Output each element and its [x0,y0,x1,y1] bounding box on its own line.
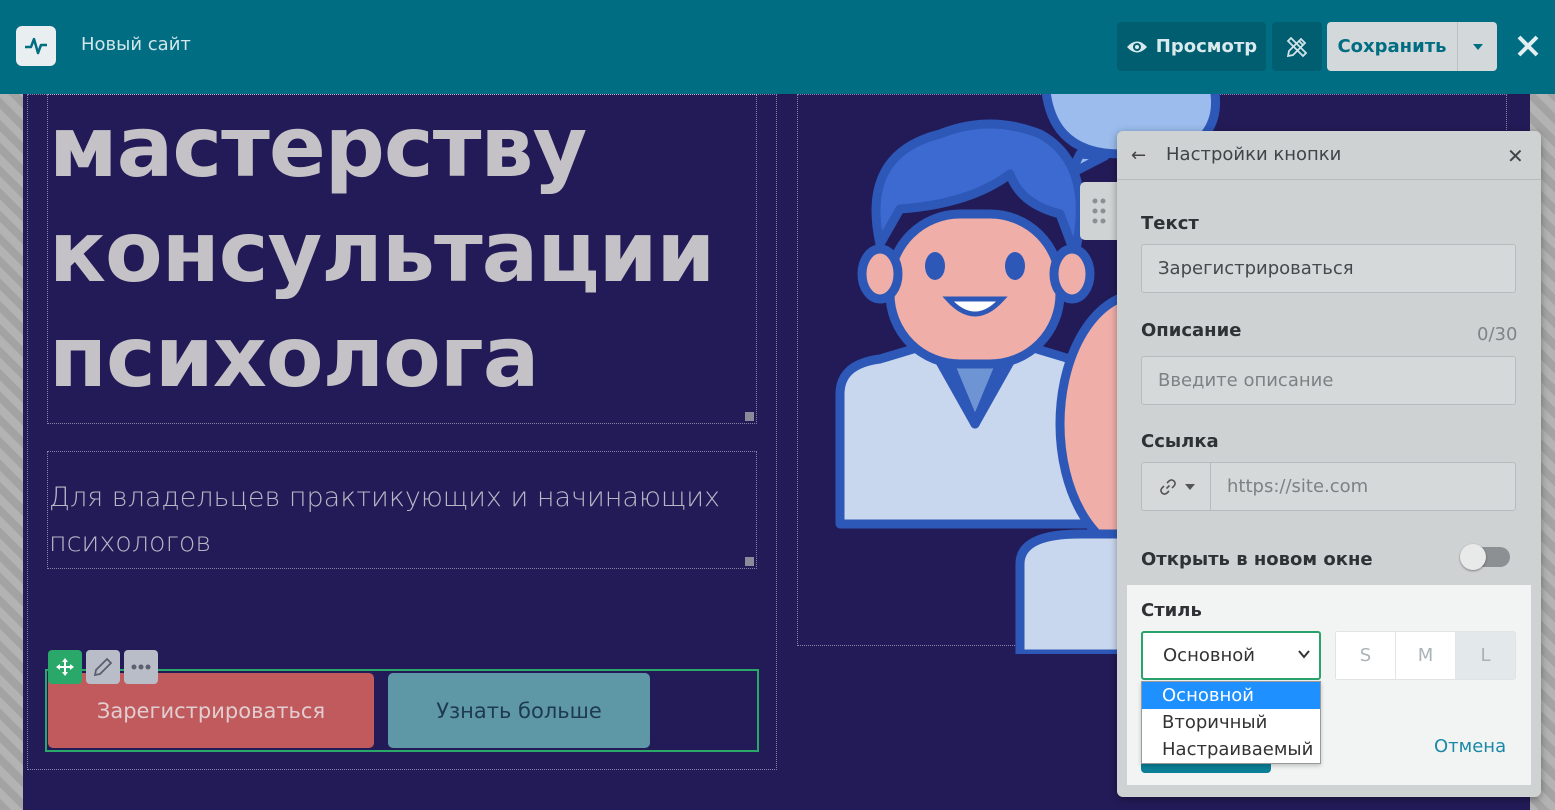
chevron-down-icon [1298,650,1310,659]
new-window-toggle[interactable] [1460,544,1510,570]
panel-title: Настройки кнопки [1166,144,1342,165]
style-option[interactable]: Вторичный [1142,709,1320,736]
caret-down-icon [1472,43,1483,50]
subtitle-line: Для владельцев практикующих и начинающих [49,482,720,513]
link-label: Ссылка [1141,431,1219,452]
description-input[interactable]: Введите описание [1141,356,1516,405]
description-label: Описание [1141,320,1242,341]
style-option[interactable]: Настраиваемый [1142,736,1320,763]
app-logo-icon[interactable] [16,26,56,66]
size-s-button[interactable]: S [1336,632,1396,679]
caret-down-icon [1184,483,1195,490]
pencil-icon [93,657,113,677]
preview-button-label: Просмотр [1155,36,1258,57]
hero-headline[interactable]: мастерству консультации психолога [49,95,715,410]
cancel-link[interactable]: Отмена [1434,736,1506,757]
site-name[interactable]: Новый сайт [81,34,191,55]
size-m-button[interactable]: M [1396,632,1456,679]
back-arrow-icon[interactable]: ← [1131,145,1146,166]
apply-button[interactable] [1141,763,1271,773]
close-editor-button[interactable] [1510,28,1546,64]
panel-header: ← Настройки кнопки ✕ [1117,131,1541,180]
pencil-ruler-icon [1286,36,1308,57]
style-select[interactable]: Основной [1141,631,1321,680]
description-counter: 0/30 [1477,324,1518,345]
headline-line: мастерству [49,98,587,196]
register-button[interactable]: Зарегистрироваться [48,673,374,748]
link-url-input[interactable]: https://site.com [1210,462,1516,511]
size-l-button[interactable]: L [1456,632,1515,679]
resize-handle[interactable] [745,557,754,566]
button-settings-panel: ← Настройки кнопки ✕ Текст Зарегистриров… [1117,131,1541,797]
close-panel-icon[interactable]: ✕ [1507,144,1524,168]
move-arrows-icon [56,658,74,676]
learn-more-button[interactable]: Узнать больше [388,673,650,748]
eye-icon [1126,41,1147,52]
edit-block-button[interactable] [86,650,120,684]
move-handle[interactable] [48,650,82,684]
style-dropdown: Основной Вторичный Настраиваемый [1141,681,1321,764]
button-text-input[interactable]: Зарегистрироваться [1141,244,1516,293]
save-button[interactable]: Сохранить [1327,22,1457,71]
link-icon [1159,478,1176,495]
close-icon [1517,35,1539,57]
editor-topbar: Новый сайт Просмотр Сохранить [0,0,1555,94]
preview-button[interactable]: Просмотр [1117,22,1266,71]
save-options-button[interactable] [1457,22,1497,71]
subtitle-line: психологов [49,527,212,558]
style-option[interactable]: Основной [1142,682,1320,709]
drag-dots-icon [1092,198,1105,224]
toggle-knob [1460,544,1486,570]
style-label: Стиль [1141,600,1202,621]
resize-handle[interactable] [745,412,754,421]
more-dots-icon [131,664,151,670]
style-section: Стиль Основной S M L Отмена Основной Вто… [1127,585,1531,785]
style-select-value: Основной [1163,645,1255,666]
headline-line: консультации [49,203,715,301]
hero-subtitle[interactable]: Для владельцев практикующих и начинающих… [49,475,749,565]
design-tools-button[interactable] [1272,22,1322,71]
text-label: Текст [1141,213,1199,234]
more-options-button[interactable] [124,650,158,684]
headline-line: психолога [49,308,539,406]
new-window-label: Открыть в новом окне [1141,549,1373,570]
size-selector: S M L [1335,631,1516,680]
panel-drag-handle[interactable] [1080,182,1117,240]
link-type-select[interactable] [1141,462,1211,511]
